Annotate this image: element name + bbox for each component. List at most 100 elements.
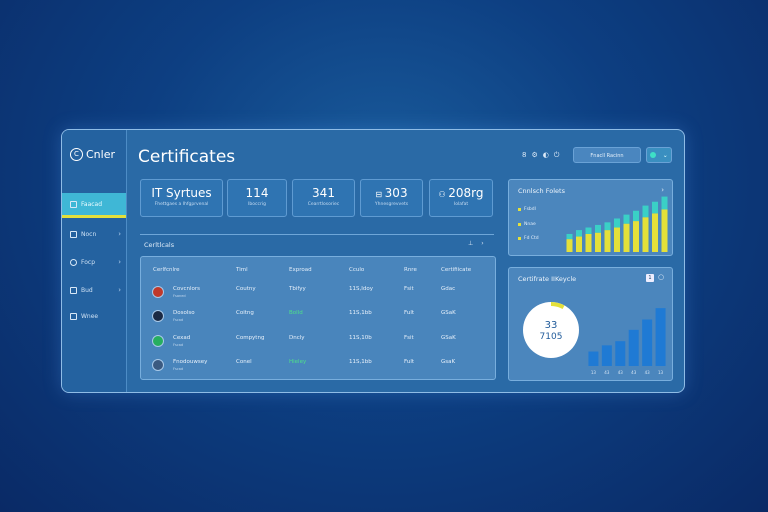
header-icons: 8 ⚙ ◐ ⏻ [522,151,559,160]
stat-value: IT Syrtues [151,186,212,200]
bar-5 [655,308,666,366]
logo-icon: C [70,148,83,161]
cert-sub: Fscad [173,367,184,371]
sidebar-item-label: Faacad [81,200,103,208]
mail-icon [70,312,77,320]
info-icon[interactable]: ○ [658,273,664,281]
cell: 11S,10b [349,335,372,341]
chevron-right-icon: › [118,230,121,238]
cell: Fult [404,359,415,365]
legend-item: Fd Ctd [518,236,539,241]
stat-card-1[interactable]: 114 Iboccrig [227,179,287,217]
donut-value-1: 33 [545,320,558,331]
sidebar-item-label: Bud [81,286,93,294]
power-icon[interactable]: ⏻ [554,151,560,160]
legend-swatch [518,208,521,211]
brand-name: Cnler [86,148,115,161]
bar-0-series-0 [566,239,573,252]
bar-9-series-1 [652,201,658,214]
cell: Coutny [236,286,256,292]
bar-7-series-0 [633,221,639,252]
brand[interactable]: C Cnler [70,148,115,161]
bar-1-series-0 [576,236,582,252]
avatar [152,286,164,298]
bar-4-series-0 [604,230,611,252]
sidebar-item-4[interactable]: Wnee [62,305,126,327]
bar-6-series-0 [623,223,630,252]
sidebar-item-1[interactable]: Nocn › [62,223,126,245]
divider [140,234,494,235]
people-icon: ⚇ [438,190,449,199]
bar-3-series-0 [595,232,601,252]
box-icon: ⊟ [375,190,385,199]
bar-3-series-1 [595,224,601,233]
cell: Tbifyy [289,286,306,292]
cell: Hieley [289,359,307,365]
column-header[interactable]: Timl [236,267,248,273]
folder-icon [70,230,77,238]
stat-label: Cearrtlosoriec [307,202,340,207]
grid-icon [70,200,77,208]
sort-icon[interactable]: ⊥ [468,240,473,247]
stat-label: Iolafat [453,202,469,207]
table-row[interactable]: Dosolso Fscad Coitng Bolld 11S,1bb Fult … [141,308,497,328]
cell: GSaK [441,310,456,316]
stat-card-2[interactable]: 341 Cearrtlosoriec [292,179,355,217]
badge[interactable]: 1 [646,274,654,282]
legend-swatch [518,223,521,226]
stat-card-4[interactable]: ⚇ 208rg Iolafat [429,179,493,217]
cell: 11S,1bb [349,359,372,365]
table-row[interactable]: Fnodouwsey Fscad Conel Hieley 11S,1bb Fu… [141,357,497,377]
chart-title: Cnnlsch Folets [518,187,565,195]
stat-label: Iboccrig [248,202,266,207]
column-header[interactable]: Cculo [349,267,364,273]
cell: Dncly [289,335,305,341]
bar-1-series-1 [576,230,582,237]
cell: Fsit [404,286,414,292]
cell: Conel [236,359,252,365]
stat-card-3[interactable]: ⊟ 303 Yhnesgrevvets [360,179,423,217]
chevron-right-icon[interactable]: › [481,240,483,247]
stat-card-0[interactable]: IT Syrtues Fhettgaes a Ihfgprvenal [140,179,223,217]
secondary-action-button[interactable]: ⌄ [646,147,672,163]
bar-6-series-1 [623,214,630,224]
sidebar-item-0[interactable]: Faacad [62,193,126,218]
column-header[interactable]: Rnre [404,267,417,273]
cert-name: Cexad [173,335,191,341]
bar-2 [615,341,626,366]
gear-icon[interactable]: ⚙ [531,151,537,160]
bar-3 [628,329,639,366]
notification-icon[interactable]: 8 [522,151,526,160]
bar-10-series-1 [661,196,668,210]
column-header[interactable]: Certifiicate [441,267,471,273]
avatar [152,359,164,371]
sidebar-item-label: Focp [81,258,96,266]
cert-name: Dosolso [173,310,195,316]
table-row[interactable]: Cexad Fscad Compytng Dncly 11S,10b Fsit … [141,333,497,353]
tick-label-3: 43 [631,370,637,375]
circle-icon [70,258,77,266]
tick-label-2: 43 [618,370,624,375]
stat-label: Yhnesgrevvets [374,202,409,207]
section-title: Cerltlcals [144,241,175,249]
chevron-right-icon: › [118,258,121,266]
stat-value: ⚇ 208rg [438,186,484,200]
column-header[interactable]: Exproad [289,267,312,273]
tick-label-5: 13 [658,370,664,375]
column-header[interactable]: Cerlfcnlre [153,267,180,273]
avatar [152,310,164,322]
bar-2-series-1 [585,227,592,234]
tick-label-1: 43 [604,370,610,375]
bar-8-series-0 [642,217,649,252]
bar-4 [642,319,653,366]
table-row[interactable]: Covcnlors Fsaned Coutny Tbifyy 11S,Idoy … [141,284,497,304]
sidebar-item-2[interactable]: Focp › [62,251,126,273]
sidebar-item-3[interactable]: Bud › [62,279,126,301]
tick-label-4: 43 [645,370,651,375]
certificates-table: Cerlfcnlre Timl Exproad Cculo Rnre Certi… [140,256,496,380]
cell: GSaK [441,335,456,341]
legend-item: Fsbdl [518,207,536,212]
primary-action-button[interactable]: Fnacll Racinn [573,147,641,163]
theme-icon[interactable]: ◐ [543,151,549,160]
chevron-right-icon[interactable]: › [661,186,664,194]
